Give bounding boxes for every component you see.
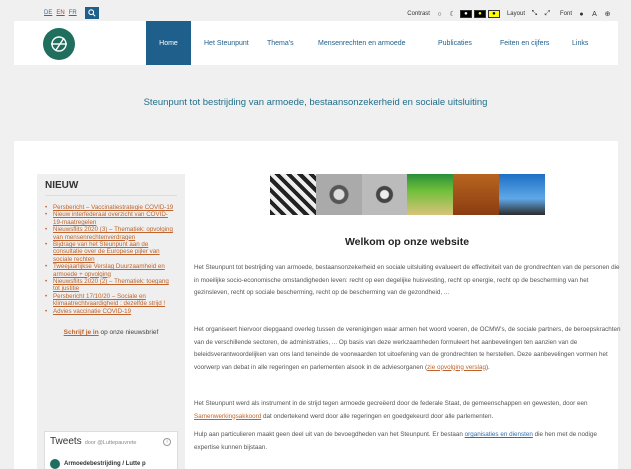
photo-wood: [453, 174, 500, 215]
font-label: Font: [559, 11, 572, 17]
nav-links[interactable]: Links: [572, 21, 602, 65]
tweets-header: Tweets door @Luttepauvrete: [50, 436, 137, 447]
organisaties-link[interactable]: organisaties en diensten: [465, 431, 533, 438]
contrast-dark-swatch[interactable]: ●: [459, 10, 472, 18]
twitter-widget: Tweets door @Luttepauvrete i Armoedebestr…: [44, 431, 178, 469]
nav-themas[interactable]: Thema's: [267, 21, 318, 65]
nav-feiten-en-cijfers[interactable]: Feiten en cijfers: [500, 21, 572, 65]
contrast-circle-icon[interactable]: ○: [435, 10, 444, 19]
font-size-icon[interactable]: A: [590, 10, 599, 19]
consultation-paragraph: Het organiseert hiervoor diepgaand overl…: [194, 326, 621, 371]
nav-mensenrechten[interactable]: Mensenrechten en armoede: [318, 21, 438, 65]
photo-strip: [270, 174, 545, 215]
language-switcher: DE EN FR: [44, 10, 81, 16]
utility-bar: DE EN FR Contrast ○ ☾ ● ● ● Layout ⤡ ⤢ Fon…: [14, 7, 618, 21]
contrast-light-swatch[interactable]: ●: [487, 10, 500, 18]
contrast-label: Contrast: [407, 11, 430, 17]
content-area: NIEUW Persbericht – Vaccinatiestrategie …: [14, 141, 620, 469]
news-item[interactable]: Nieuwsflits 2020 (2) – Thematiek: toegan…: [45, 278, 175, 293]
newsletter-subscribe: Schrijf je in op onze nieuwsbrief: [37, 329, 185, 336]
tweet-item[interactable]: Armoedebestrijding / Lutte p: [50, 459, 146, 469]
news-item[interactable]: Persbericht 17/10/20 – Sociale en klimaa…: [45, 293, 175, 308]
subscribe-link[interactable]: Schrijf je in: [64, 329, 99, 336]
photo-wheel: [315, 174, 362, 215]
photo-child: [407, 174, 454, 215]
site-tagline: Steunpunt tot bestrijding van armoede, b…: [143, 97, 488, 108]
intro-paragraph: Het Steunpunt tot bestrijding van armoed…: [194, 264, 620, 296]
subscribe-text: op onze nieuwsbrief: [98, 329, 159, 337]
contrast-yellow-swatch[interactable]: ●: [473, 10, 486, 18]
news-item[interactable]: Nieuwsflits 2020 (3) – Thematiek: opvolg…: [45, 226, 175, 241]
layout-label: Layout: [506, 11, 525, 17]
news-item[interactable]: Persbericht – Vaccinatiestrategie COVID-…: [45, 204, 175, 212]
news-item[interactable]: Tweejaarlijkse Verslag Duurzaamheid en a…: [45, 263, 175, 278]
avatar: [50, 459, 60, 469]
site-logo[interactable]: [43, 28, 75, 60]
search-icon: [88, 9, 96, 17]
news-title: NIEUW: [45, 180, 177, 196]
help-paragraph: Hulp aan particulieren maakt geen deel u…: [194, 431, 597, 451]
lang-de[interactable]: DE: [44, 10, 52, 16]
nav-publicaties[interactable]: Publicaties: [438, 21, 500, 65]
search-button[interactable]: [85, 7, 99, 19]
agreement-paragraph: Het Steunpunt werd als instrument in de …: [194, 400, 588, 420]
main-nav: Home Het Steunpunt Thema's Mensenrechten…: [146, 21, 602, 65]
moon-icon[interactable]: ☾: [448, 10, 457, 19]
info-icon[interactable]: i: [163, 438, 171, 446]
samenwerkingsakkoord-link[interactable]: Samenwerkingsakkoord: [194, 413, 261, 420]
welcome-heading: Welkom op onze website: [344, 236, 470, 248]
lang-fr[interactable]: FR: [69, 10, 77, 16]
expand-icon[interactable]: ⤢: [543, 10, 552, 19]
logo-mark-icon: [51, 36, 67, 52]
font-decrease-icon[interactable]: ●: [577, 10, 586, 19]
nav-home[interactable]: Home: [146, 21, 191, 65]
news-list: Persbericht – Vaccinatiestrategie COVID-…: [45, 204, 185, 316]
photo-tire: [361, 174, 408, 215]
news-sidebar: NIEUW Persbericht – Vaccinatiestrategie …: [37, 174, 185, 469]
photo-checkered: [270, 174, 316, 215]
accessibility-tools: Contrast ○ ☾ ● ● ● Layout ⤡ ⤢ Font ● A ⊕: [401, 9, 614, 19]
font-increase-icon[interactable]: ⊕: [603, 10, 612, 19]
news-item[interactable]: Advies vaccinatie COVID-19: [45, 308, 175, 316]
photo-jumpers: [499, 174, 545, 215]
opvolging-verslag-link[interactable]: zie opvolging verslag: [427, 364, 486, 371]
shrink-icon[interactable]: ⤡: [530, 10, 539, 19]
lang-en[interactable]: EN: [56, 10, 64, 16]
site-header: Home Het Steunpunt Thema's Mensenrechten…: [14, 21, 618, 65]
news-item[interactable]: Nieuw interfederaal overzicht van COVID-…: [45, 211, 175, 226]
tweet-author: Armoedebestrijding / Lutte p: [64, 461, 146, 467]
news-item[interactable]: Bijdrage van het Steunpunt aan de consul…: [45, 241, 175, 263]
nav-het-steunpunt[interactable]: Het Steunpunt: [191, 21, 267, 65]
